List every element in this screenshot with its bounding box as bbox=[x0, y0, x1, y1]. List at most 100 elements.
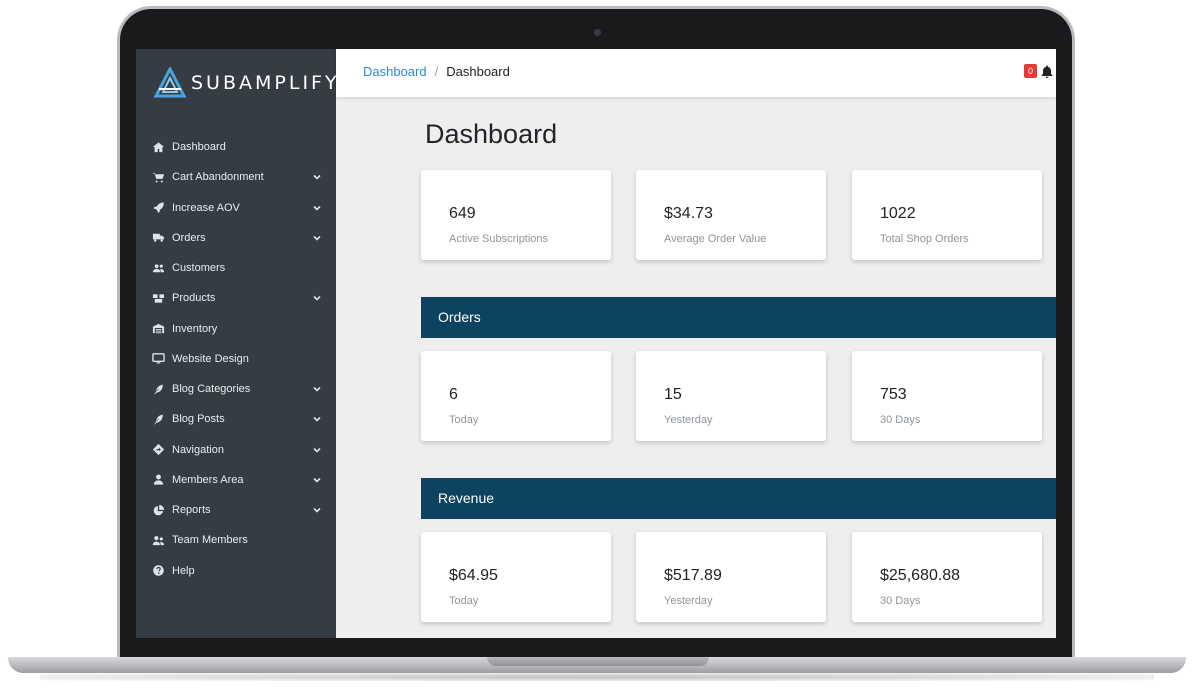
stat-label: Today bbox=[449, 595, 479, 607]
sidebar-item-label: Inventory bbox=[172, 322, 218, 335]
brand-logo-icon bbox=[153, 67, 187, 98]
sidebar-item-label: Members Area bbox=[172, 473, 244, 486]
question-circle-icon bbox=[151, 564, 165, 578]
stat-value: $34.73 bbox=[664, 205, 713, 222]
stat-value: 753 bbox=[880, 386, 907, 403]
chevron-down-icon[interactable] bbox=[312, 384, 322, 394]
sidebar-item-label: Team Members bbox=[172, 534, 248, 547]
chevron-down-icon[interactable] bbox=[312, 172, 322, 182]
revenue-card-30-days: $25,680.88 30 Days bbox=[852, 532, 1042, 622]
chevron-down-icon[interactable] bbox=[312, 293, 322, 303]
chevron-down-icon[interactable] bbox=[312, 445, 322, 455]
sidebar-item-inventory[interactable]: Inventory bbox=[136, 314, 336, 344]
breadcrumb-link-dashboard[interactable]: Dashboard bbox=[363, 64, 427, 79]
home-icon bbox=[151, 140, 165, 154]
feather-icon bbox=[151, 382, 165, 396]
stat-card-total-shop-orders: 1022 Total Shop Orders bbox=[852, 170, 1042, 260]
stat-value: 1022 bbox=[880, 205, 916, 222]
sidebar-item-orders[interactable]: Orders bbox=[136, 223, 336, 253]
sidebar-item-blog-posts[interactable]: Blog Posts bbox=[136, 404, 336, 434]
sidebar-item-label: Reports bbox=[172, 504, 211, 517]
sidebar-item-members-area[interactable]: Members Area bbox=[136, 465, 336, 495]
top-bar: Dashboard / Dashboard 0 bbox=[336, 49, 1056, 97]
monitor-icon bbox=[151, 352, 165, 366]
stat-card-average-order-value: $34.73 Average Order Value bbox=[636, 170, 826, 260]
chevron-down-icon[interactable] bbox=[312, 414, 322, 424]
sidebar: SUBAMPLIFY Dashboard Cart Abandonment Incr… bbox=[136, 49, 337, 638]
stat-label: 30 Days bbox=[880, 595, 921, 607]
brand-name: SUBAMPLIFY bbox=[191, 72, 340, 94]
stat-value: 649 bbox=[449, 205, 476, 222]
breadcrumb-separator: / bbox=[434, 64, 439, 79]
sidebar-item-cart-abandonment[interactable]: Cart Abandonment bbox=[136, 162, 336, 192]
truck-icon bbox=[151, 231, 165, 245]
user-icon bbox=[151, 473, 165, 487]
app-screen: SUBAMPLIFY Dashboard Cart Abandonment Incr… bbox=[136, 49, 1056, 638]
stat-label: Yesterday bbox=[664, 414, 713, 426]
orders-card-30-days: 753 30 Days bbox=[852, 351, 1042, 441]
stat-label: Yesterday bbox=[664, 595, 713, 607]
stat-label: Average Order Value bbox=[664, 233, 767, 245]
sidebar-item-label: Help bbox=[172, 564, 195, 577]
sidebar-item-label: Blog Categories bbox=[172, 383, 251, 396]
laptop-shadow bbox=[40, 673, 1154, 681]
page-title: Dashboard bbox=[425, 119, 558, 149]
sidebar-item-label: Products bbox=[172, 292, 216, 305]
revenue-card-yesterday: $517.89 Yesterday bbox=[636, 532, 826, 622]
sidebar-item-label: Blog Posts bbox=[172, 413, 225, 426]
sidebar-item-label: Website Design bbox=[172, 352, 249, 365]
sidebar-item-products[interactable]: Products bbox=[136, 283, 336, 313]
notifications[interactable]: 0 bbox=[1023, 64, 1053, 78]
sidebar-item-increase-aov[interactable]: Increase AOV bbox=[136, 193, 336, 223]
bell-icon[interactable] bbox=[1041, 65, 1053, 78]
stat-card-active-subscriptions: 649 Active Subscriptions bbox=[421, 170, 611, 260]
stat-value: 15 bbox=[664, 386, 682, 403]
brand-name-part2: AMPLIFY bbox=[239, 72, 340, 94]
stat-value: 6 bbox=[449, 386, 458, 403]
orders-card-today: 6 Today bbox=[421, 351, 611, 441]
chevron-down-icon[interactable] bbox=[312, 203, 322, 213]
sidebar-item-website-design[interactable]: Website Design bbox=[136, 344, 336, 374]
orders-section-header: Orders bbox=[421, 297, 1056, 338]
feather-icon bbox=[151, 412, 165, 426]
brand-name-part1: SUB bbox=[191, 72, 240, 94]
sidebar-item-label: Orders bbox=[172, 231, 206, 244]
sidebar-item-reports[interactable]: Reports bbox=[136, 495, 336, 525]
webcam bbox=[594, 29, 601, 36]
sidebar-item-help[interactable]: Help bbox=[136, 556, 336, 586]
sidebar-item-customers[interactable]: Customers bbox=[136, 253, 336, 283]
chevron-down-icon[interactable] bbox=[312, 233, 322, 243]
stat-label: Active Subscriptions bbox=[449, 233, 549, 245]
sidebar-item-navigation[interactable]: Navigation bbox=[136, 435, 336, 465]
stat-value: $517.89 bbox=[664, 567, 722, 584]
cart-icon bbox=[151, 170, 165, 184]
pie-chart-icon bbox=[151, 503, 165, 517]
sidebar-item-label: Cart Abandonment bbox=[172, 171, 264, 184]
sidebar-item-label: Customers bbox=[172, 262, 226, 275]
orders-card-yesterday: 15 Yesterday bbox=[636, 351, 826, 441]
user-group-icon bbox=[151, 533, 165, 547]
directions-icon bbox=[151, 443, 165, 457]
sidebar-item-label: Increase AOV bbox=[172, 201, 240, 214]
laptop-notch bbox=[487, 657, 709, 666]
stat-value: $64.95 bbox=[449, 567, 498, 584]
breadcrumb: Dashboard / Dashboard bbox=[363, 64, 510, 79]
sidebar-item-dashboard[interactable]: Dashboard bbox=[136, 132, 336, 162]
stat-label: Today bbox=[449, 414, 479, 426]
sidebar-item-label: Dashboard bbox=[172, 141, 226, 154]
revenue-card-today: $64.95 Today bbox=[421, 532, 611, 622]
sidebar-item-team-members[interactable]: Team Members bbox=[136, 525, 336, 555]
users-icon bbox=[151, 261, 165, 275]
notification-count-badge: 0 bbox=[1023, 64, 1037, 78]
chevron-down-icon[interactable] bbox=[312, 505, 322, 515]
sidebar-item-label: Navigation bbox=[172, 443, 224, 456]
stat-label: Total Shop Orders bbox=[880, 233, 969, 245]
chevron-down-icon[interactable] bbox=[312, 475, 322, 485]
breadcrumb-current: Dashboard bbox=[446, 64, 510, 79]
brand-logo[interactable]: SUBAMPLIFY bbox=[153, 67, 340, 99]
stat-label: 30 Days bbox=[880, 414, 921, 426]
sidebar-nav: Dashboard Cart Abandonment Increase AOV Ord… bbox=[136, 132, 336, 586]
boxes-icon bbox=[151, 291, 165, 305]
sidebar-item-blog-categories[interactable]: Blog Categories bbox=[136, 374, 336, 404]
revenue-section-header: Revenue bbox=[421, 478, 1056, 519]
